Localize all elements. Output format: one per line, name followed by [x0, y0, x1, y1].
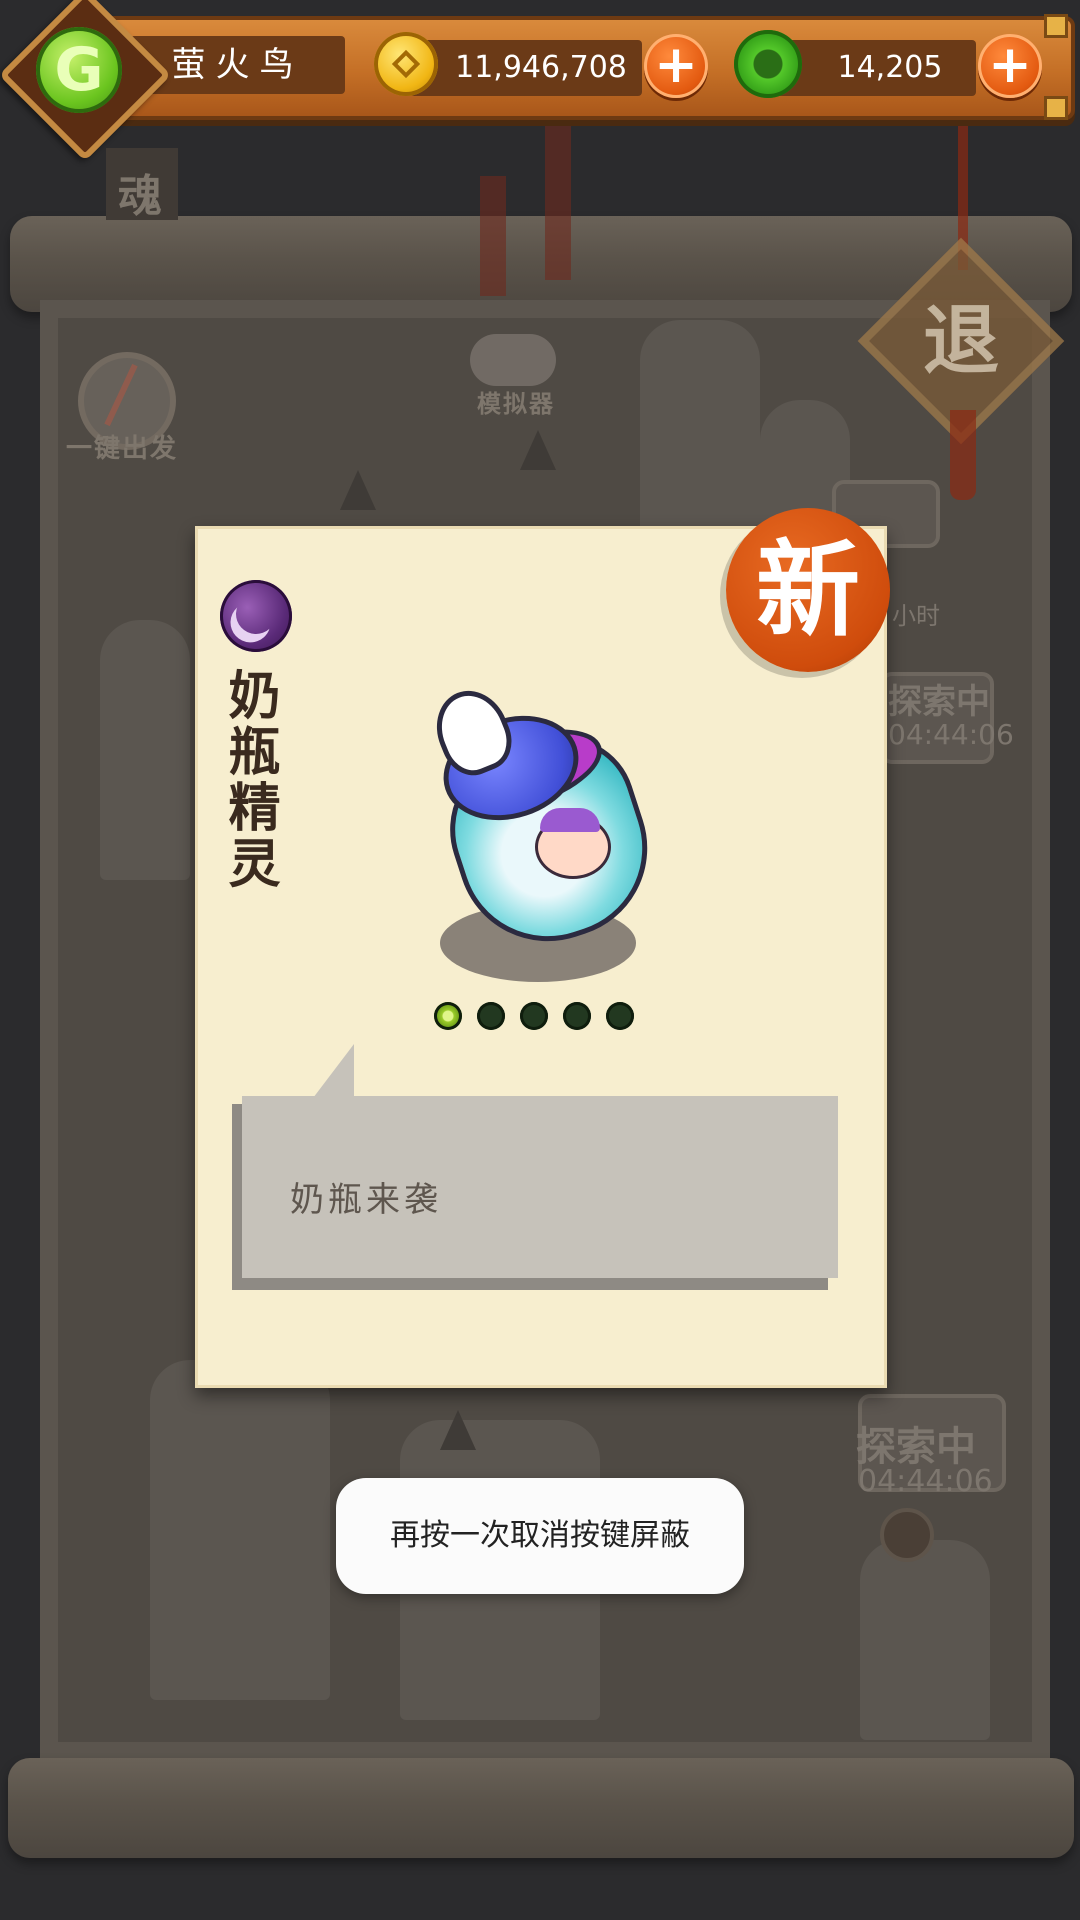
bg-tree [520, 430, 556, 470]
moon-element-icon [220, 580, 292, 652]
scroll-bottom-rod [8, 1758, 1074, 1858]
gamepad-icon[interactable] [470, 334, 556, 386]
speech-tail [310, 1044, 354, 1102]
quit-label: 退 [923, 296, 999, 385]
dragon-glyph: G [54, 35, 104, 105]
bg-rock [860, 1540, 990, 1740]
explore-timer: 04:44:06 [858, 1464, 993, 1499]
star-empty-icon [563, 1002, 591, 1030]
hours-label: 小时 [892, 602, 940, 630]
bg-tree [340, 470, 376, 510]
add-gold-button[interactable]: + [644, 34, 708, 98]
emulator-label: 模拟器 [477, 390, 555, 418]
explore-timer: 04:44:06 [888, 718, 1014, 751]
star-empty-icon [606, 1002, 634, 1030]
star-empty-icon [477, 1002, 505, 1030]
gold-amount: 11,946,708 [455, 50, 627, 85]
soul-tab-label: 魂 [118, 171, 164, 222]
toast-message: 再按一次取消按键屏蔽 [390, 1518, 690, 1553]
new-badge-label: 新 [755, 529, 860, 651]
baby-hair [540, 808, 600, 832]
bg-rock [150, 1360, 330, 1700]
bg-ribbon [480, 176, 506, 296]
explore-status: 探索中 [888, 682, 990, 722]
bg-tree [440, 1410, 476, 1450]
one-key-depart-label: 一键出发 [65, 434, 178, 464]
jade-amount: 14,205 [837, 50, 943, 85]
add-jade-button[interactable]: + [978, 34, 1042, 98]
bg-ribbon [545, 120, 571, 280]
gold-coin-icon [374, 32, 438, 96]
spirit-name: 奶瓶精灵 [219, 668, 279, 892]
corner-ornament [1044, 96, 1068, 120]
jade-ring-icon [734, 30, 802, 98]
spirit-description: 奶瓶来袭 [290, 1180, 442, 1220]
coin-icon [880, 1508, 934, 1562]
star-filled-icon [434, 1002, 462, 1030]
corner-ornament [1044, 14, 1068, 38]
star-empty-icon [520, 1002, 548, 1030]
soul-tab[interactable]: 魂 [106, 148, 178, 222]
bg-rock [100, 620, 190, 880]
quit-tassel [950, 410, 976, 500]
